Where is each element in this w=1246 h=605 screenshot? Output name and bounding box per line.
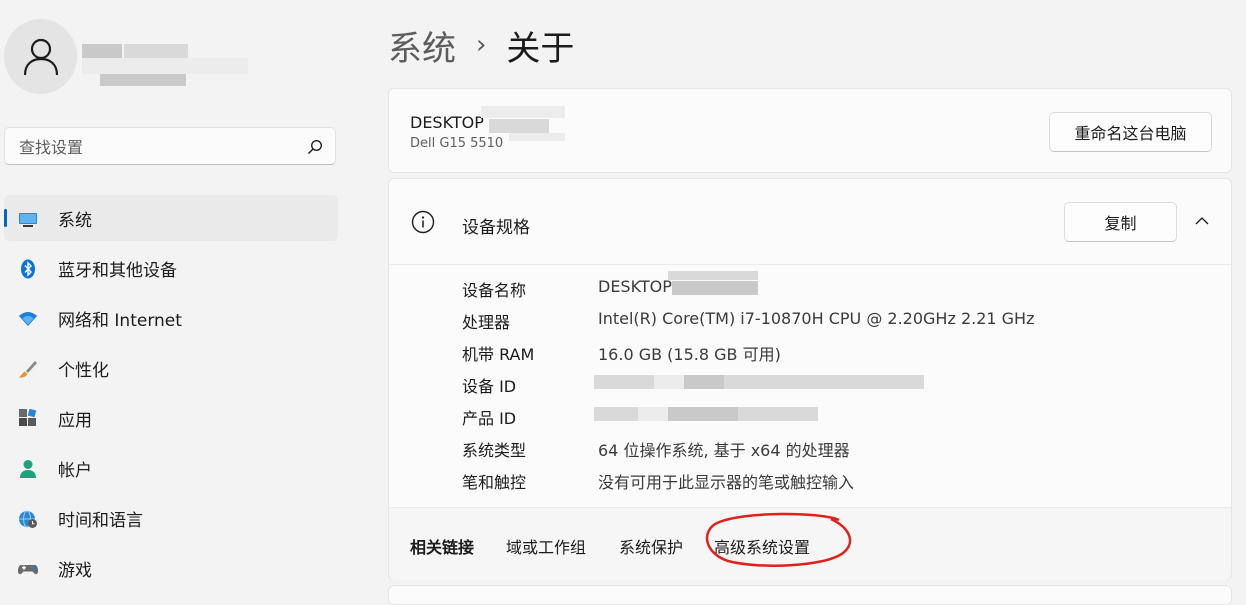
sidebar-item-label: 蓝牙和其他设备	[58, 260, 177, 281]
chevron-up-icon[interactable]	[1194, 213, 1210, 229]
search-box[interactable]	[4, 127, 336, 165]
spec-value: 64 位操作系统, 基于 x64 的处理器	[598, 441, 850, 460]
sidebar-item-personalization[interactable]: 个性化	[4, 345, 338, 391]
device-name: DESKTOP	[410, 113, 484, 132]
spec-key: 产品 ID	[462, 409, 517, 428]
spec-value: DESKTOP	[598, 277, 672, 296]
sidebar-nav: 系统 蓝牙和其他设备 网络和 Internet 个性化 应用 帐户 时间和语言 …	[4, 195, 338, 595]
page-title: 关于	[506, 28, 575, 69]
spec-key: 机带 RAM	[462, 345, 535, 364]
brush-icon	[19, 361, 37, 378]
spec-key: 笔和触控	[462, 473, 527, 492]
breadcrumb: 系统 › 关于	[388, 21, 575, 70]
spec-key: 系统类型	[462, 441, 527, 460]
search-icon[interactable]	[307, 139, 323, 155]
sidebar-item-gaming[interactable]: 游戏	[4, 545, 338, 591]
globe-clock-icon	[19, 510, 37, 528]
sidebar-item-bluetooth[interactable]: 蓝牙和其他设备	[4, 245, 338, 291]
search-input[interactable]	[17, 134, 301, 160]
sidebar-item-label: 应用	[58, 410, 92, 431]
device-name-card: DESKTOP Dell G15 5510 重命名这台电脑	[388, 88, 1232, 173]
sidebar-item-label: 系统	[58, 210, 92, 231]
sidebar-item-label: 个性化	[58, 360, 109, 381]
sidebar-item-accounts[interactable]: 帐户	[4, 445, 338, 491]
rename-pc-button[interactable]: 重命名这台电脑	[1049, 112, 1212, 152]
sidebar-item-apps[interactable]: 应用	[4, 395, 338, 441]
spec-key: 设备 ID	[462, 377, 517, 396]
spec-value: Intel(R) Core(TM) i7-10870H CPU @ 2.20GH…	[598, 309, 1035, 328]
spec-key: 处理器	[462, 313, 511, 332]
sidebar-item-system[interactable]: 系统	[4, 195, 338, 241]
monitor-icon	[19, 213, 37, 227]
sidebar-item-network[interactable]: 网络和 Internet	[4, 295, 338, 341]
breadcrumb-parent[interactable]: 系统	[388, 21, 456, 70]
bluetooth-icon	[21, 259, 35, 279]
link-system-protection[interactable]: 系统保护	[619, 534, 683, 558]
chevron-right-icon: ›	[476, 30, 487, 60]
gamepad-icon	[18, 565, 38, 575]
account-icon	[20, 460, 36, 478]
specs-header[interactable]: 设备规格 复制	[389, 179, 1231, 265]
info-icon	[411, 210, 435, 234]
avatar[interactable]	[4, 19, 77, 94]
sidebar-item-label: 网络和 Internet	[58, 310, 182, 331]
sidebar-item-time-language[interactable]: 时间和语言	[4, 495, 338, 541]
related-links-label: 相关链接	[410, 538, 475, 557]
link-domain-workgroup[interactable]: 域或工作组	[506, 534, 586, 558]
copy-button[interactable]: 复制	[1064, 202, 1177, 242]
next-card	[388, 585, 1232, 605]
sidebar-item-label: 时间和语言	[58, 510, 143, 531]
apps-icon	[19, 409, 37, 426]
device-model: Dell G15 5510	[410, 136, 504, 151]
spec-key: 设备名称	[462, 281, 527, 300]
spec-value: 没有可用于此显示器的笔或触控输入	[598, 473, 855, 492]
person-icon	[23, 38, 59, 76]
annotation-circle	[705, 512, 852, 567]
spec-value: 16.0 GB (15.8 GB 可用)	[598, 345, 781, 364]
sidebar-item-label: 游戏	[58, 560, 92, 581]
specs-title: 设备规格	[462, 218, 530, 238]
wifi-icon	[19, 312, 37, 326]
sidebar-item-label: 帐户	[58, 460, 92, 481]
